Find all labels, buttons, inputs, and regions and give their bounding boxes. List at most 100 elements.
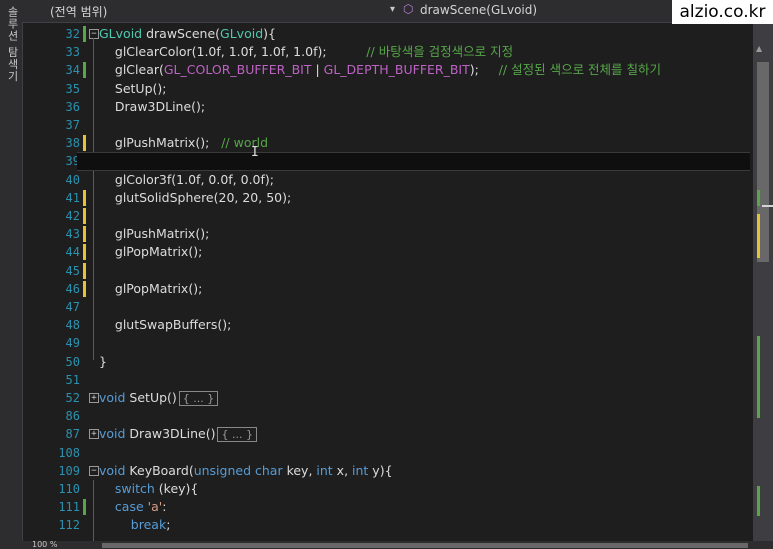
code-token: glColor3f(1.0f, 0.0f, 0.0f); — [99, 171, 274, 187]
code-text: glutSolidSphere(20, 20, 50); — [99, 189, 291, 207]
method-icon: ⬡ — [403, 2, 414, 16]
code-token: int — [352, 462, 369, 478]
code-line[interactable]: 40 glColor3f(1.0f, 0.0f, 0.0f); — [22, 171, 750, 189]
code-text: glPushMatrix(); // world — [99, 134, 268, 152]
expand-icon[interactable]: + — [89, 429, 99, 440]
fold-guide-drawscene — [93, 38, 94, 360]
code-token: // 바탕색을 검정색으로 지정 — [366, 44, 514, 60]
chevron-down-icon[interactable]: ▾ — [390, 4, 395, 15]
solution-explorer-tab[interactable]: 솔루션 탐색기 — [0, 0, 23, 549]
expand-icon[interactable]: + — [89, 393, 99, 403]
unsaved-change-marker — [83, 189, 86, 206]
code-token: 'a' — [147, 499, 163, 515]
unsaved-change-marker — [83, 262, 86, 279]
line-number: 41 — [65, 190, 80, 205]
code-line[interactable]: 50} — [22, 353, 750, 371]
code-line[interactable]: 36 Draw3DLine(); — [22, 98, 750, 116]
scrollbar-caret-marker — [762, 205, 773, 207]
fold-guide-keyboard — [93, 480, 94, 544]
code-line[interactable]: 111 case 'a': — [22, 498, 750, 516]
line-number: 42 — [65, 209, 80, 223]
code-line[interactable]: 49 — [22, 334, 750, 352]
scroll-up-arrow-icon[interactable]: ▲ — [756, 44, 762, 53]
code-line[interactable]: 86 — [22, 407, 750, 425]
unsaved-change-marker — [83, 244, 86, 261]
code-token: case — [114, 499, 144, 515]
code-text: Draw3DLine(); — [99, 98, 205, 116]
line-number: 108 — [58, 445, 80, 460]
code-line[interactable]: 112 break; — [22, 516, 750, 534]
code-line[interactable]: 109− void KeyBoard(unsigned char key, int… — [22, 462, 750, 480]
code-line[interactable]: 108 — [22, 444, 750, 462]
unsaved-change-marker — [83, 226, 86, 243]
code-token: ; — [166, 517, 171, 533]
code-line[interactable]: 42 — [22, 207, 750, 225]
collapsed-block[interactable]: { ... } — [178, 391, 219, 406]
line-number: 43 — [65, 227, 80, 242]
line-number: 109 — [58, 463, 80, 478]
code-line[interactable]: 37 — [22, 116, 750, 134]
code-line[interactable]: 87 + void Draw3DLine(){ ... } — [22, 425, 750, 443]
code-token: glPushMatrix(); — [99, 135, 222, 151]
collapse-icon[interactable]: − — [89, 465, 99, 476]
code-line[interactable]: 47 — [22, 298, 750, 316]
code-line[interactable]: 35 SetUp(); — [22, 80, 750, 98]
code-token: key, — [282, 462, 317, 478]
line-number: 36 — [65, 99, 80, 114]
watermark-text: alzio.co.kr — [672, 0, 773, 24]
code-line[interactable]: 52 + void SetUp(){ ... } — [22, 389, 750, 407]
code-text: void Draw3DLine(){ ... } — [99, 425, 257, 444]
code-text: switch (key){ — [99, 480, 198, 498]
code-text: break; — [99, 516, 171, 534]
scrollbar-change-marker — [757, 214, 760, 258]
code-token: glClearColor(1.0f, 1.0f, 1.0f, 1.0f); — [99, 44, 367, 60]
collapse-icon[interactable]: − — [89, 29, 99, 39]
line-number: 39 — [65, 154, 80, 169]
scrollbar-change-marker — [757, 190, 760, 206]
saved-change-marker — [83, 26, 86, 42]
code-text: GLvoid drawScene(GLvoid){ — [99, 25, 276, 43]
line-number: 44 — [65, 245, 80, 260]
code-line[interactable]: 33 glClearColor(1.0f, 1.0f, 1.0f, 1.0f);… — [22, 43, 750, 61]
line-number: 45 — [65, 263, 80, 278]
code-token: // world — [221, 135, 269, 151]
line-number: 110 — [58, 482, 80, 496]
code-token: glutSolidSphere(20, 20, 50); — [99, 189, 292, 205]
code-token: (key){ — [154, 481, 199, 496]
code-token: glClear( — [99, 62, 164, 78]
code-token: glPopMatrix(); — [99, 244, 203, 260]
scope-dropdown[interactable]: (전역 범위) — [50, 3, 107, 20]
line-number: 52 — [65, 391, 80, 405]
line-number: 49 — [65, 336, 80, 351]
code-token: glutSwapBuffers(); — [99, 317, 232, 333]
code-token: KeyBoard( — [125, 462, 194, 478]
code-token: y){ — [368, 462, 393, 478]
code-line[interactable]: 44 glPopMatrix(); — [22, 243, 750, 261]
code-token: int — [316, 462, 333, 478]
navigation-bar: (전역 범위) ▾ ⬡ drawScene(GLvoid) — [22, 0, 773, 23]
code-text: glPopMatrix(); — [99, 280, 202, 298]
code-editor[interactable]: 32− GLvoid drawScene(GLvoid){33 glClearCo… — [22, 22, 750, 541]
zoom-level[interactable]: 100 % — [32, 541, 57, 549]
code-line[interactable]: 41 glutSolidSphere(20, 20, 50); — [22, 189, 750, 207]
code-line[interactable]: 110 switch (key){ — [22, 480, 750, 498]
collapsed-block[interactable]: { ... } — [217, 427, 257, 443]
code-line[interactable]: 45 — [22, 262, 750, 280]
code-line[interactable]: 43 glPushMatrix(); — [22, 225, 750, 243]
code-line[interactable]: 51 — [22, 371, 750, 389]
function-dropdown[interactable]: drawScene(GLvoid) — [420, 3, 537, 17]
code-token: // 설정된 색으로 전체를 칠하기 — [498, 62, 662, 78]
code-line[interactable]: 34 glClear(GL_COLOR_BUFFER_BIT | GL_DEPT… — [22, 61, 750, 79]
code-line[interactable]: 46 glPopMatrix(); — [22, 280, 750, 298]
code-text: void SetUp(){ ... } — [99, 389, 219, 408]
code-token: unsigned char — [193, 462, 283, 478]
horizontal-scrollbar-thumb[interactable] — [102, 543, 748, 548]
line-number: 50 — [65, 354, 80, 369]
code-line[interactable]: 38 glPushMatrix(); // world — [22, 134, 750, 152]
code-line[interactable]: 48 glutSwapBuffers(); — [22, 316, 750, 334]
line-number: 112 — [58, 518, 80, 533]
code-line[interactable]: 32− GLvoid drawScene(GLvoid){ — [22, 25, 750, 43]
code-text: glClearColor(1.0f, 1.0f, 1.0f, 1.0f); //… — [99, 43, 513, 61]
